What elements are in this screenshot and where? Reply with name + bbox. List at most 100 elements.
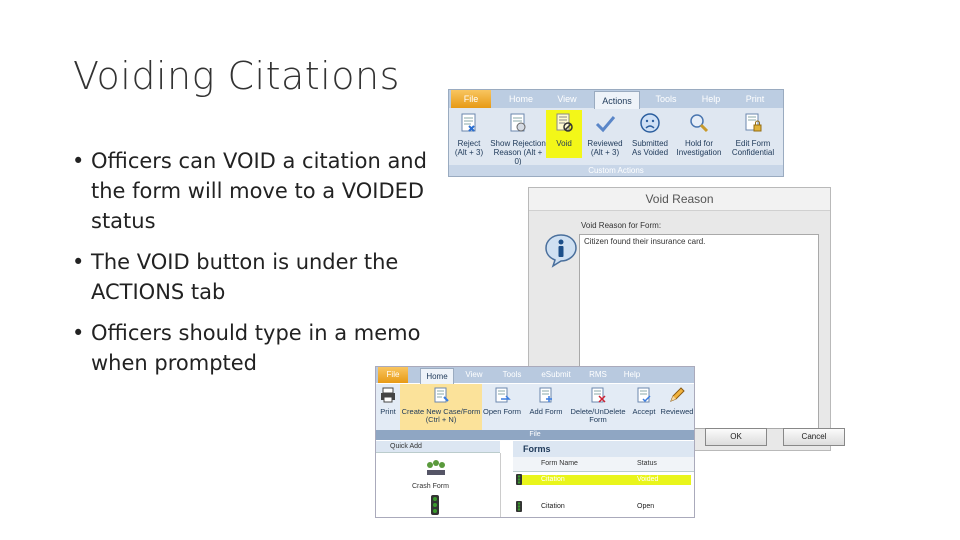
submitted-as-voided-button[interactable]: Submitted As Voided [627, 110, 673, 162]
tab-actions[interactable]: Actions [594, 91, 640, 109]
tab-help[interactable]: Help [691, 90, 731, 108]
reviewed-button[interactable]: Reviewed [660, 384, 694, 430]
open-form-icon [495, 387, 511, 403]
bullet-text: Officers can VOID a citation and the for… [91, 149, 427, 233]
delete-form-icon [591, 387, 606, 403]
tab-tools[interactable]: Tools [646, 90, 686, 108]
tab-esubmit[interactable]: eSubmit [536, 367, 576, 383]
tab-home[interactable]: Home [501, 90, 541, 108]
forms-column-header: Form Name Status [513, 457, 694, 472]
bullet-glyph: • [72, 321, 85, 345]
bullet-item: • The VOID button is under the ACTIONS t… [72, 247, 442, 307]
lock-document-icon [745, 113, 762, 132]
column-form-name: Form Name [541, 460, 578, 467]
bullet-text: The VOID button is under the ACTIONS tab [91, 250, 399, 304]
show-rejection-reason-button[interactable]: Show Rejection Reason (Alt + 0) [489, 110, 547, 166]
tab-tools[interactable]: Tools [496, 367, 528, 383]
quick-add-pane: Crash Form [376, 453, 501, 517]
show-rejection-label: Show Rejection [490, 139, 546, 148]
printer-icon [381, 387, 395, 403]
bullet-list: • Officers can VOID a citation and the f… [72, 146, 442, 389]
open-form-label: Open Form [483, 407, 521, 416]
column-status: Status [637, 460, 657, 467]
table-row[interactable]: Citation Voided [513, 473, 694, 486]
submitted-label: Submitted [631, 139, 669, 148]
home-button-row: Print Create New Case/Form (Ctrl + N) Op… [376, 384, 694, 430]
tab-file[interactable]: File [378, 367, 408, 383]
void-button[interactable]: Void [547, 110, 581, 162]
traffic-light-icon [516, 501, 522, 512]
accept-label: Accept [632, 407, 656, 416]
delete-undelete-form-button[interactable]: Delete/UnDelete Form [568, 384, 628, 430]
magnifier-icon [690, 114, 709, 133]
accept-icon [637, 387, 651, 403]
reject-shortcut: (Alt + 3) [454, 148, 484, 157]
accept-button[interactable]: Accept [628, 384, 660, 430]
delete-sub-label: Form [589, 415, 607, 424]
void-document-icon [556, 113, 573, 132]
tab-view[interactable]: View [458, 367, 490, 383]
reject-button[interactable]: Reject (Alt + 3) [449, 110, 489, 162]
quick-add-header: Quick Add [376, 441, 500, 453]
edit-form-sub-label: Confidential [731, 148, 775, 157]
add-form-button[interactable]: Add Form [526, 384, 566, 430]
void-label: Void [556, 139, 572, 148]
new-form-icon [434, 387, 449, 403]
table-row[interactable]: Citation Open [513, 500, 694, 513]
form-status-cell: Voided [637, 476, 659, 483]
print-label: Print [380, 407, 396, 416]
dialog-title: Void Reason [529, 188, 830, 211]
form-name-cell: Citation [541, 503, 565, 510]
tab-help[interactable]: Help [616, 367, 648, 383]
reviewed-label: Reviewed [660, 407, 694, 416]
checkmark-icon [595, 116, 616, 133]
hold-sub-label: Investigation [676, 148, 722, 157]
edit-form-label: Edit Form [735, 139, 771, 148]
ok-button[interactable]: OK [705, 428, 767, 446]
tab-file[interactable]: File [451, 90, 491, 108]
add-form-icon [539, 387, 552, 403]
open-form-button[interactable]: Open Form [482, 384, 522, 430]
traffic-light-icon [516, 474, 522, 485]
print-button[interactable]: Print [376, 384, 400, 430]
form-name-cell: Citation [541, 476, 565, 483]
pencil-icon [670, 387, 685, 402]
tab-home[interactable]: Home [420, 368, 454, 384]
reviewed-label: Reviewed [587, 139, 623, 148]
bullet-glyph: • [72, 250, 85, 274]
reviewed-button[interactable]: Reviewed (Alt + 3) [583, 110, 627, 162]
bullet-item: • Officers can VOID a citation and the f… [72, 146, 442, 236]
ribbon-tab-bar: File Home View Tools eSubmit RMS Help [376, 367, 694, 384]
tab-rms[interactable]: RMS [582, 367, 614, 383]
rejection-reason-icon [510, 113, 526, 132]
slide-title: Voiding Citations [73, 54, 400, 98]
tab-print[interactable]: Print [735, 90, 775, 108]
submitted-sub-label: As Voided [631, 148, 669, 157]
create-new-shortcut: (Ctrl + N) [425, 415, 457, 424]
reviewed-shortcut: (Alt + 3) [590, 148, 620, 157]
custom-actions-group-label: Custom Actions [449, 165, 783, 176]
bullet-glyph: • [72, 149, 85, 173]
form-status-cell: Open [637, 503, 655, 510]
create-new-case-form-button[interactable]: Create New Case/Form (Ctrl + N) [400, 384, 482, 430]
home-ribbon-screenshot: File Home View Tools eSubmit RMS Help Pr… [375, 366, 695, 518]
bullet-text: Officers should type in a memo when prom… [91, 321, 421, 375]
edit-form-confidential-button[interactable]: Edit Form Confidential [725, 110, 781, 162]
reject-document-icon [461, 113, 476, 132]
tab-view[interactable]: View [547, 90, 587, 108]
cancel-button[interactable]: Cancel [783, 428, 845, 446]
reject-label: Reject [457, 139, 481, 148]
actions-ribbon-screenshot: File Home View Actions Tools Help Print … [448, 89, 784, 177]
crash-form-label[interactable]: Crash Form [412, 483, 449, 490]
hold-for-investigation-button[interactable]: Hold for Investigation [673, 110, 725, 162]
actions-button-row: Reject (Alt + 3) Show Rejection Reason (… [449, 110, 783, 166]
traffic-light-icon [431, 495, 439, 515]
file-group-label: File [376, 430, 694, 440]
ribbon-tab-bar: File Home View Actions Tools Help Print [449, 90, 783, 109]
void-reason-label: Void Reason for Form: [581, 221, 662, 230]
add-form-label: Add Form [529, 407, 563, 416]
forms-panel-title: Forms [513, 441, 694, 457]
hold-label: Hold for [684, 139, 713, 148]
info-icon [545, 234, 577, 268]
crash-form-icon [427, 460, 445, 475]
